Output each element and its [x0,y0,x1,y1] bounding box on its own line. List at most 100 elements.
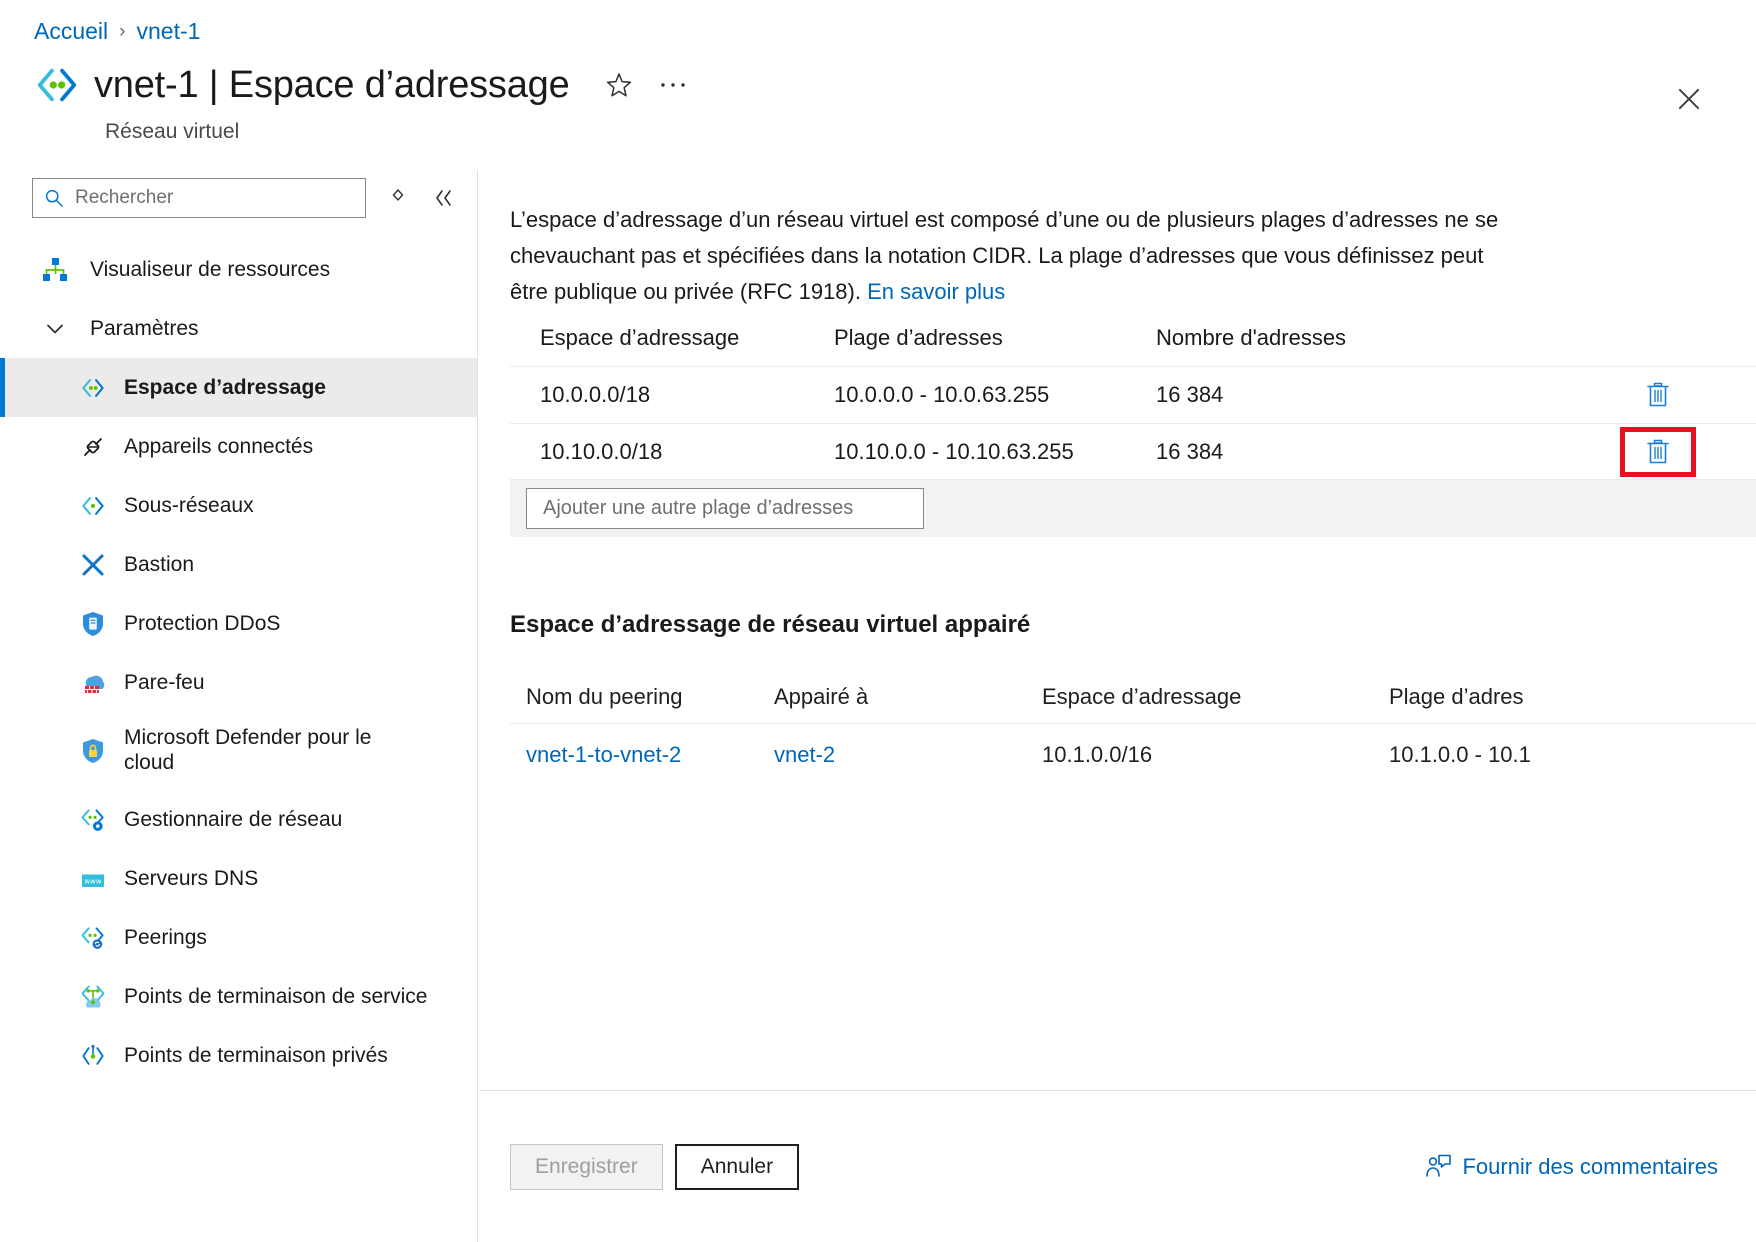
connected-devices-icon [78,432,108,462]
sidebar-item-label: Sous-réseaux [124,494,254,518]
dns-servers-icon: www [78,864,108,894]
sort-toggle-icon[interactable] [380,180,416,216]
sidebar-item-gestionnaire-de-reseau[interactable]: Gestionnaire de réseau [0,790,477,849]
page-title: vnet-1 | Espace d’adressage [94,64,570,107]
sidebar-item-resource-visualizer[interactable]: Visualiseur de ressources [0,240,477,299]
cell-address-range: 10.1.0.0 - 10.1 [1389,742,1749,768]
peered-to-link[interactable]: vnet-2 [774,742,835,767]
highlight-box [1620,427,1696,477]
table-row: 10.10.0.0/18 10.10.0.0 - 10.10.63.255 16… [510,423,1756,480]
column-header-address-range: Plage d’adres [1389,684,1749,710]
footer-bar: Enregistrer Annuler Fournir des commenta… [479,1090,1756,1242]
defender-cloud-icon [78,736,108,766]
cell-peering-name: vnet-1-to-vnet-2 [510,742,774,768]
sidebar-item-label: Pare-feu [124,671,205,695]
column-header-address-count: Nombre d'adresses [1156,325,1588,351]
breadcrumb: Accueil › vnet-1 [34,18,200,45]
table-row: 10.0.0.0/18 10.0.0.0 - 10.0.63.255 16 38… [510,366,1756,423]
cell-actions [1588,374,1728,416]
sidebar: Visualiseur de ressources Paramètres [0,170,478,1242]
network-manager-icon [78,805,108,835]
breadcrumb-current[interactable]: vnet-1 [136,18,200,45]
ellipsis-glyph [659,81,687,89]
add-address-range-input[interactable] [541,496,923,521]
cell-address-space: 10.10.0.0/18 [510,439,834,465]
address-space-description: L’espace d’adressage d’un réseau virtuel… [510,202,1520,310]
column-header-peering-name: Nom du peering [510,684,774,710]
column-header-address-space: Espace d’adressage [1042,684,1389,710]
provide-feedback-label: Fournir des commentaires [1462,1154,1718,1180]
sidebar-item-label: Appareils connectés [124,435,313,459]
feedback-person-icon [1424,1153,1452,1181]
svg-text:www: www [84,877,101,885]
peerings-icon [78,923,108,953]
save-button[interactable]: Enregistrer [510,1144,663,1190]
cell-address-space: 10.0.0.0/18 [510,382,834,408]
column-header-address-space: Espace d’adressage [510,325,834,351]
cell-actions [1588,427,1728,477]
sidebar-item-label: Espace d’adressage [124,376,326,400]
page-title-row: vnet-1 | Espace d’adressage [34,62,690,108]
collapse-chevrons-icon[interactable] [426,180,462,216]
azure-portal-blade: Accueil › vnet-1 vnet-1 | Espace d’adres… [0,0,1756,1242]
cell-address-range: 10.0.0.0 - 10.0.63.255 [834,382,1156,408]
add-address-range-box[interactable] [526,488,924,529]
sidebar-item-serveurs-dns[interactable]: www Serveurs DNS [0,849,477,908]
peering-name-link[interactable]: vnet-1-to-vnet-2 [526,742,681,767]
learn-more-link[interactable]: En savoir plus [867,279,1005,304]
cell-address-space: 10.1.0.0/16 [1042,742,1389,768]
star-glyph [605,71,633,99]
close-icon[interactable] [1670,80,1708,118]
star-icon[interactable] [602,68,636,102]
sidebar-item-points-terminaison-prives[interactable]: Points de terminaison privés [0,1026,477,1085]
sidebar-group-label: Paramètres [90,317,199,341]
address-space-icon [78,373,108,403]
cell-address-count: 16 384 [1156,439,1588,465]
provide-feedback-link[interactable]: Fournir des commentaires [1424,1153,1718,1181]
sidebar-item-label: Bastion [124,553,194,577]
sidebar-nav: Visualiseur de ressources Paramètres [0,240,477,1085]
trash-icon [1644,380,1672,410]
search-icon [44,188,64,208]
sidebar-search-row [0,170,477,218]
ellipsis-icon[interactable] [656,68,690,102]
table-row: vnet-1-to-vnet-2 vnet-2 10.1.0.0/16 10.1… [510,723,1756,785]
breadcrumb-home[interactable]: Accueil [34,18,108,45]
sidebar-item-label: Gestionnaire de réseau [124,808,342,832]
search-box[interactable] [32,178,366,218]
cell-address-range: 10.10.0.0 - 10.10.63.255 [834,439,1156,465]
sidebar-item-microsoft-defender[interactable]: Microsoft Defender pour le cloud [0,712,477,790]
chevron-down-icon [40,314,70,344]
search-input[interactable] [73,186,328,210]
cancel-button[interactable]: Annuler [675,1144,799,1190]
sidebar-item-label: Serveurs DNS [124,867,258,891]
subnets-icon [78,491,108,521]
service-endpoints-icon [78,982,108,1012]
peered-section-title: Espace d’adressage de réseau virtuel app… [510,611,1756,639]
delete-address-space-button[interactable] [1637,374,1679,416]
sort-toggle-glyph [389,187,407,209]
collapse-chevrons-glyph [432,187,456,209]
address-space-table: Espace d’adressage Plage d’adresses Nomb… [510,310,1756,480]
breadcrumb-separator-icon: › [119,21,125,43]
sidebar-item-label: Points de terminaison privés [124,1044,388,1068]
sidebar-item-appareils-connectes[interactable]: Appareils connectés [0,417,477,476]
sidebar-item-bastion[interactable]: Bastion [0,535,477,594]
close-glyph [1676,86,1702,112]
sidebar-item-label: Visualiseur de ressources [90,258,330,282]
delete-address-space-button-highlighted[interactable] [1637,431,1679,473]
page-subtitle: Réseau virtuel [105,120,239,144]
bastion-icon [78,550,108,580]
sidebar-item-espace-adressage[interactable]: Espace d’adressage [0,358,477,417]
sidebar-item-protection-ddos[interactable]: Protection DDoS [0,594,477,653]
sidebar-item-sous-reseaux[interactable]: Sous-réseaux [0,476,477,535]
sidebar-item-peerings[interactable]: Peerings [0,908,477,967]
main-content: L’espace d’adressage d’un réseau virtuel… [479,170,1756,1242]
private-endpoints-icon [78,1041,108,1071]
table-header-row: Nom du peering Appairé à Espace d’adress… [510,671,1756,723]
sidebar-group-parametres[interactable]: Paramètres [0,299,477,358]
sidebar-item-points-terminaison-service[interactable]: Points de terminaison de service [0,967,477,1026]
table-header-row: Espace d’adressage Plage d’adresses Nomb… [510,310,1756,366]
sidebar-item-pare-feu[interactable]: Pare-feu [0,653,477,712]
cell-address-count: 16 384 [1156,382,1588,408]
